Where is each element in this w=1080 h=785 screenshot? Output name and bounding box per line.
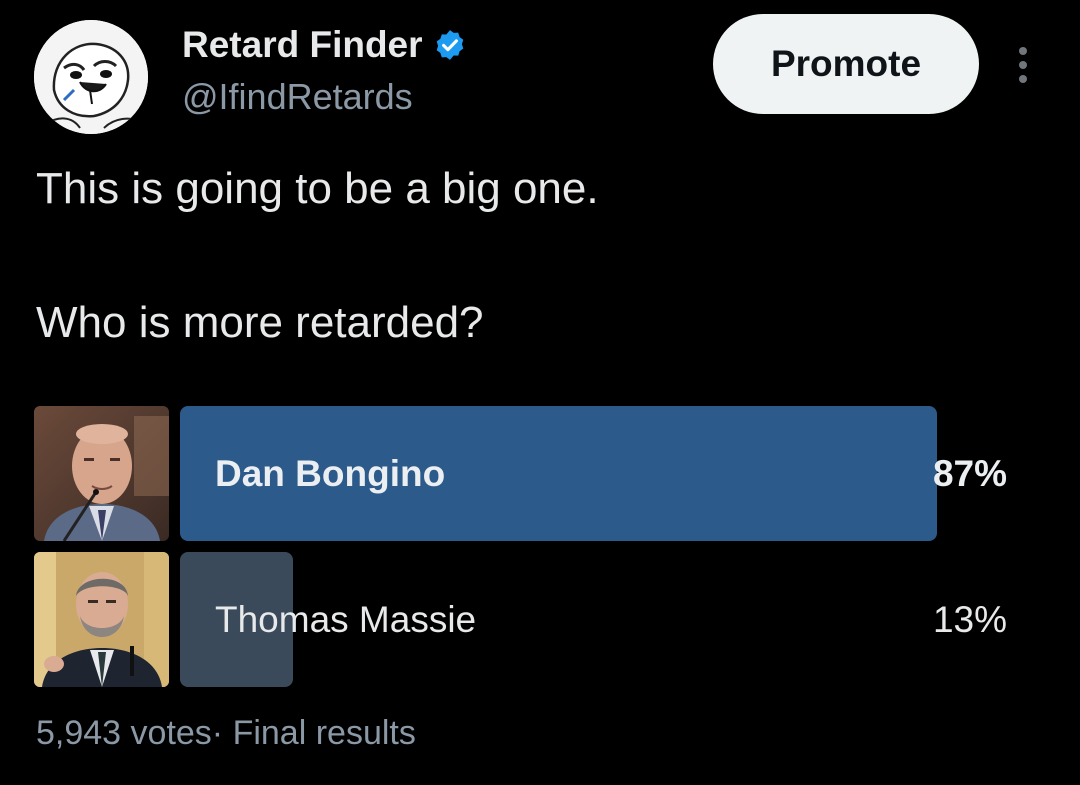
dan-bongino-photo <box>34 406 169 541</box>
more-vertical-icon-dot <box>1019 75 1027 83</box>
verified-badge-icon <box>436 30 463 60</box>
poll-footer: 5,943 votes· Final results <box>36 714 416 753</box>
poll-separator: · <box>211 714 224 752</box>
more-vertical-icon <box>1019 47 1027 55</box>
poll-option-percent: 87% <box>932 452 1007 494</box>
author-name-row[interactable]: Retard Finder <box>182 24 467 66</box>
poll-option-thomas-massie[interactable]: Thomas Massie 13% <box>180 552 1010 687</box>
tweet-text-line: This is going to be a big one. <box>36 164 599 213</box>
author-display-name[interactable]: Retard Finder <box>182 24 423 66</box>
author-handle[interactable]: @IfindRetards <box>182 76 413 118</box>
more-vertical-icon-dot <box>1019 61 1027 69</box>
poll-option-label: Thomas Massie <box>215 598 477 640</box>
poll-option-image <box>34 406 169 541</box>
poll-option-percent: 13% <box>932 598 1007 640</box>
meme-face-avatar-icon <box>34 20 148 134</box>
tweet-question: Who is more retarded? <box>36 298 484 347</box>
poll-vote-count: 5,943 votes <box>36 714 212 752</box>
poll-option-image <box>34 552 169 687</box>
poll-option-dan-bongino[interactable]: Dan Bongino 87% <box>180 406 1010 541</box>
promote-button[interactable]: Promote <box>713 14 979 114</box>
more-options-button[interactable] <box>1008 40 1038 90</box>
poll-status: Final results <box>232 714 416 752</box>
poll-option-label: Dan Bongino <box>215 452 446 494</box>
thomas-massie-photo <box>34 552 169 687</box>
author-avatar[interactable] <box>34 20 148 134</box>
